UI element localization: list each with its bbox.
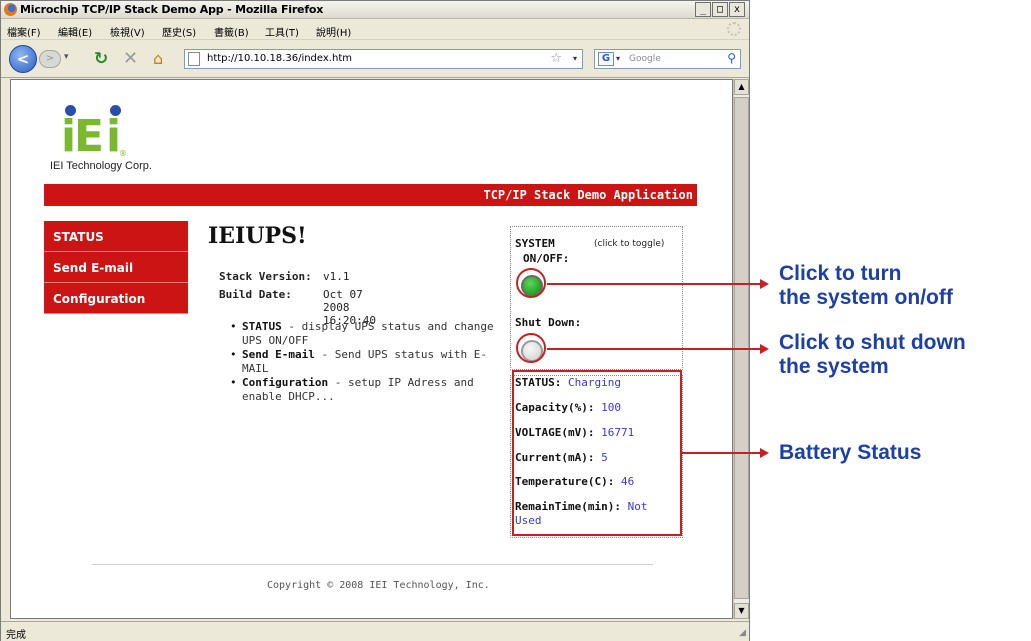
url-text[interactable]: http://10.10.18.36/index.htm xyxy=(207,53,352,64)
toggle-callout-text: Click to turn the system on/off xyxy=(779,262,953,310)
stack-version-label: Stack Version: xyxy=(219,270,312,283)
shutdown-highlight-circle xyxy=(516,333,546,363)
minimize-button[interactable]: _ xyxy=(695,2,711,17)
battery-callout-line xyxy=(682,452,761,454)
scroll-up-icon[interactable]: ▲ xyxy=(734,79,749,95)
battery-callout-text: Battery Status xyxy=(779,441,922,464)
shutdown-label: Shut Down: xyxy=(515,316,582,329)
home-icon[interactable]: ⌂ xyxy=(153,49,163,68)
registered-mark: ® xyxy=(119,149,127,158)
menu-view[interactable]: 檢視(V) xyxy=(110,24,145,39)
status-text: 完成 xyxy=(6,630,26,641)
side-navigation: STATUS Send E-mail Configuration xyxy=(44,221,188,314)
maximize-button[interactable]: □ xyxy=(712,2,728,17)
search-icon[interactable]: ⚲ xyxy=(727,51,736,65)
header-banner: TCP/IP Stack Demo Application xyxy=(44,184,697,206)
bookmark-star-icon[interactable]: ☆ xyxy=(550,51,562,66)
system-label: SYSTEM xyxy=(515,237,555,250)
list-item: Configuration - setup IP Adress and enab… xyxy=(228,376,506,404)
menu-tools[interactable]: 工具(T) xyxy=(265,24,299,39)
company-name: IEI Technology Corp. xyxy=(50,160,152,172)
toggle-callout-line xyxy=(547,283,761,285)
shutdown-callout-line-1: Click to shut down xyxy=(779,331,966,354)
menu-history[interactable]: 歷史(S) xyxy=(162,24,196,39)
throbber-icon xyxy=(727,22,741,36)
footer-divider xyxy=(92,564,653,565)
reload-icon[interactable]: ↻ xyxy=(94,49,108,69)
toggle-hint: (click to toggle) xyxy=(594,239,665,249)
stack-version-value: v1.1 xyxy=(323,270,350,283)
menu-file[interactable]: 檔案(F) xyxy=(7,24,41,39)
menu-bookmarks[interactable]: 書籤(B) xyxy=(214,24,249,39)
close-button[interactable]: x xyxy=(729,2,745,17)
page-icon xyxy=(188,52,200,66)
url-dropdown-icon[interactable]: ▾ xyxy=(573,54,577,63)
list-item-term: STATUS xyxy=(242,320,282,333)
nav-configuration[interactable]: Configuration xyxy=(44,283,188,314)
search-engine-icon[interactable]: G xyxy=(598,52,614,66)
toggle-callout-line-1: Click to turn xyxy=(779,262,902,285)
feature-list: STATUS - display UPS status and change U… xyxy=(228,320,506,404)
search-input[interactable]: Google xyxy=(629,54,661,64)
status-bar: 完成 ◢ xyxy=(1,621,749,641)
history-dropdown-icon[interactable]: ▾ xyxy=(64,52,69,62)
list-item-term: Send E-mail xyxy=(242,348,315,361)
nav-status[interactable]: STATUS xyxy=(44,221,188,252)
firefox-icon xyxy=(4,3,17,16)
search-bar[interactable]: G ▾ Google ⚲ xyxy=(594,49,741,69)
stop-icon[interactable]: ✕ xyxy=(123,48,138,69)
battery-highlight-box xyxy=(512,370,682,536)
version-info: Stack Version: v1.1 Build Date: Oct 07 2… xyxy=(219,270,376,327)
menu-help[interactable]: 說明(H) xyxy=(316,24,351,39)
shutdown-callout-text: Click to shut down the system xyxy=(779,331,966,379)
build-date-label: Build Date: xyxy=(219,288,292,301)
address-bar[interactable]: http://10.10.18.36/index.htm ☆ ▾ xyxy=(184,49,583,69)
navigation-toolbar: < > ▾ ↻ ✕ ⌂ http://10.10.18.36/index.htm… xyxy=(1,41,749,78)
shutdown-callout-arrowhead xyxy=(760,344,769,354)
page-heading: IEIUPS! xyxy=(208,223,307,249)
scroll-down-icon[interactable]: ▼ xyxy=(734,603,749,619)
shutdown-callout-line xyxy=(547,348,761,350)
copyright-text: Copyright © 2008 IEI Technology, Inc. xyxy=(267,580,490,591)
nav-send-email[interactable]: Send E-mail xyxy=(44,252,188,283)
system-onoff-label: ON/OFF: xyxy=(523,252,570,265)
window-controls: _ □ x xyxy=(695,2,745,17)
toggle-callout-arrowhead xyxy=(760,279,769,289)
resize-grip-icon[interactable]: ◢ xyxy=(739,628,746,638)
list-item: STATUS - display UPS status and change U… xyxy=(228,320,506,348)
list-item-term: Configuration xyxy=(242,376,329,389)
toggle-callout-line-2: the system on/off xyxy=(779,286,953,309)
title-bar: Microchip TCP/IP Stack Demo App - Mozill… xyxy=(1,1,749,19)
window-title: Microchip TCP/IP Stack Demo App - Mozill… xyxy=(20,3,324,16)
list-item: Send E-mail - Send UPS status with E-MAI… xyxy=(228,348,506,376)
menu-bar: 檔案(F) 編輯(E) 檢視(V) 歷史(S) 書籤(B) 工具(T) 說明(H… xyxy=(1,20,749,40)
shutdown-callout-line-2: the system xyxy=(779,355,889,378)
toggle-highlight-circle xyxy=(516,268,546,298)
search-engine-dropdown-icon[interactable]: ▾ xyxy=(616,54,620,63)
menu-edit[interactable]: 編輯(E) xyxy=(58,24,92,39)
forward-button[interactable]: > xyxy=(39,50,61,68)
battery-callout-arrowhead xyxy=(760,448,769,458)
browser-window: Microchip TCP/IP Stack Demo App - Mozill… xyxy=(0,0,750,641)
back-button[interactable]: < xyxy=(9,45,37,73)
banner-title: TCP/IP Stack Demo Application xyxy=(483,188,693,202)
